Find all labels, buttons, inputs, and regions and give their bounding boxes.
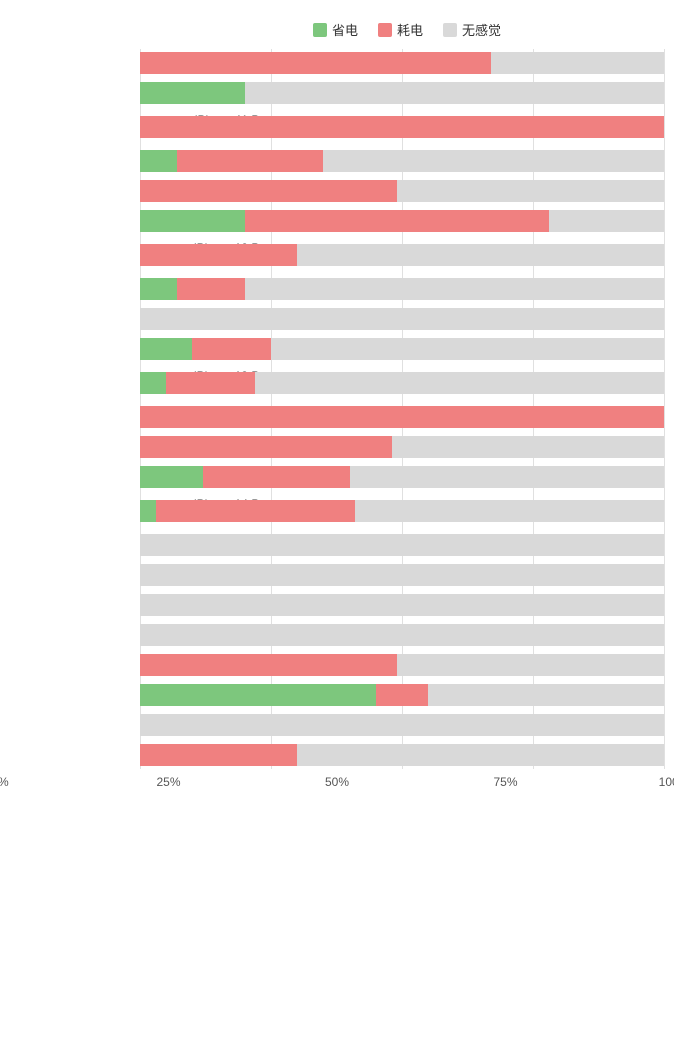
legend-label: 省电 [332, 20, 358, 39]
bar-track [140, 624, 664, 646]
legend-color-dot [443, 23, 457, 37]
bar-row: iPhone XR [140, 681, 664, 709]
bar-segment-draining [140, 406, 664, 428]
bar-segment-draining [245, 210, 549, 232]
bar-segment-draining [156, 500, 355, 522]
bar-track [140, 338, 664, 360]
x-axis-label: 75% [493, 775, 517, 789]
bar-row: iPhone 8 Plus [140, 561, 664, 589]
bar-segment-draining [140, 116, 664, 138]
bar-segment-draining [140, 654, 397, 676]
legend-color-dot [378, 23, 392, 37]
bar-segment-saving [140, 82, 245, 104]
legend-item: 耗电 [378, 20, 423, 39]
bar-segment-saving [140, 466, 203, 488]
bar-track [140, 372, 664, 394]
bar-track [140, 594, 664, 616]
bar-track [140, 500, 664, 522]
legend-label: 无感觉 [462, 20, 501, 39]
bar-track [140, 744, 664, 766]
bar-track [140, 244, 664, 266]
bar-track [140, 82, 664, 104]
bar-segment-saving [140, 372, 166, 394]
bar-segment-saving [140, 338, 192, 360]
bar-segment-draining [140, 180, 397, 202]
legend-color-dot [313, 23, 327, 37]
bar-segment-draining [140, 436, 392, 458]
bar-segment-draining [140, 744, 297, 766]
bar-segment-draining [166, 372, 255, 394]
bar-row: iPhone 14 [140, 403, 664, 431]
bar-track [140, 150, 664, 172]
bar-row: iPhone 8 [140, 531, 664, 559]
bar-row: iPhone 13 [140, 275, 664, 303]
bar-row: iPhone 12 ProMax [140, 237, 664, 273]
bar-row: iPhone 14 Plus [140, 433, 664, 461]
x-axis-label: 100% [659, 775, 674, 789]
bar-segment-draining [140, 52, 491, 74]
bar-row: iPhone SE 第3代 [140, 621, 664, 649]
bar-row: iPhone 14 ProMax [140, 493, 664, 529]
bar-row: iPhone XS Max [140, 741, 664, 769]
bar-row: iPhone 12 Pro [140, 207, 664, 235]
bar-segment-saving [140, 278, 177, 300]
bar-row: iPhone 11 [140, 49, 664, 77]
bar-track [140, 180, 664, 202]
bar-track [140, 278, 664, 300]
legend-label: 耗电 [397, 20, 423, 39]
bar-track [140, 654, 664, 676]
bar-track [140, 210, 664, 232]
bar-segment-draining [192, 338, 271, 360]
bar-segment-draining [203, 466, 350, 488]
legend: 省电 耗电 无感觉 [0, 20, 674, 39]
bar-segment-draining [140, 244, 297, 266]
bar-segment-saving [140, 210, 245, 232]
legend-item: 无感觉 [443, 20, 501, 39]
x-axis-label: 0% [0, 775, 9, 789]
bar-row: iPhone 11 Pro [140, 79, 664, 107]
bar-track [140, 116, 664, 138]
x-axis-label: 25% [156, 775, 180, 789]
bar-track [140, 564, 664, 586]
bar-segment-saving [140, 150, 177, 172]
bar-track [140, 406, 664, 428]
bar-row: iPhone 13 mini [140, 305, 664, 333]
bar-segment-draining [177, 278, 245, 300]
bar-row: iPhone XS [140, 711, 664, 739]
chart-area: iPhone 11iPhone 11 ProiPhone 11 ProMaxiP… [0, 49, 674, 769]
legend-item: 省电 [313, 20, 358, 39]
chart-container: 省电 耗电 无感觉 iPhone 11iPhone 11 ProiPhone 11 … [0, 10, 674, 821]
bar-track [140, 52, 664, 74]
bar-row: iPhone 14 Pro [140, 463, 664, 491]
bar-row: iPhone 11 ProMax [140, 109, 664, 145]
bar-segment-saving [140, 500, 156, 522]
bar-track [140, 714, 664, 736]
bar-row: iPhone 12 [140, 147, 664, 175]
bar-track [140, 466, 664, 488]
bar-segment-draining [376, 684, 428, 706]
bar-track [140, 308, 664, 330]
bar-row: iPhone 13 Pro [140, 335, 664, 363]
bar-row: iPhone SE 第2代 [140, 591, 664, 619]
bar-track [140, 684, 664, 706]
x-axis-label: 50% [325, 775, 349, 789]
bar-row: iPhone X [140, 651, 664, 679]
bar-track [140, 436, 664, 458]
grid-line [664, 49, 665, 769]
x-axis: 0% 25% 50% 75% 100% [0, 771, 674, 791]
bar-segment-draining [177, 150, 324, 172]
bar-row: iPhone 13 ProMax [140, 365, 664, 401]
bar-track [140, 534, 664, 556]
bar-segment-saving [140, 684, 376, 706]
bar-row: iPhone 12 mini [140, 177, 664, 205]
